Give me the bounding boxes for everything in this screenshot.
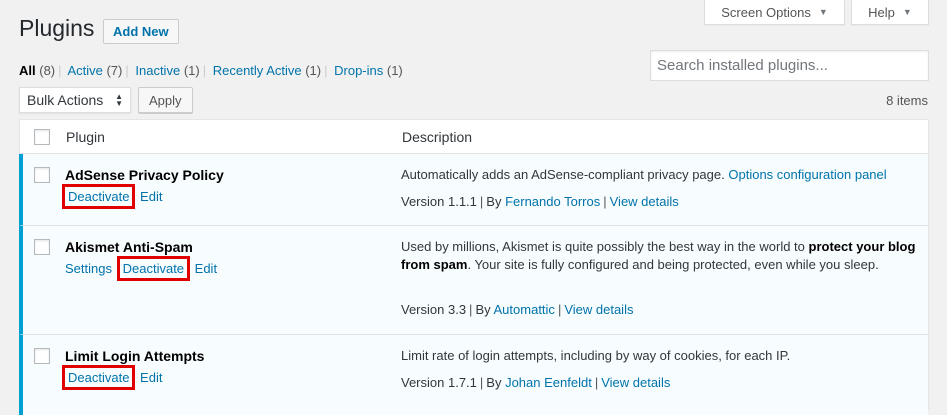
filter-all[interactable]: All (8) <box>19 63 55 78</box>
filter-recently-active[interactable]: Recently Active <box>213 63 302 78</box>
deactivate-link[interactable]: Deactivate <box>116 256 191 281</box>
plugin-description: Used by millions, Akismet is quite possi… <box>401 238 921 274</box>
plugin-meta: Version 1.1.1 | By Fernando Torros | View de… <box>401 194 679 209</box>
filter-dropins-label: Drop-ins <box>334 63 384 78</box>
add-new-button[interactable]: Add New <box>103 19 179 44</box>
select-all-checkbox[interactable] <box>34 129 50 145</box>
table-header: Plugin Description <box>20 120 928 154</box>
plugin-name: Akismet Anti-Spam <box>65 239 193 255</box>
plugin-meta: Version 1.7.1 | By Johan Eenfeldt | View det… <box>401 375 670 390</box>
filter-active[interactable]: Active <box>67 63 102 78</box>
author-link[interactable]: Fernando Torros <box>505 194 600 209</box>
edit-link[interactable]: Edit <box>140 189 162 204</box>
by-label: By <box>486 375 502 390</box>
plugin-version: Version 1.1.1 <box>401 194 477 209</box>
plugin-description: Limit rate of login attempts, including … <box>401 348 791 363</box>
filter-recently-active-label: Recently Active <box>212 63 302 78</box>
row-checkbox[interactable] <box>34 167 50 183</box>
select-arrows-icon: ▲ ▼ <box>115 92 123 108</box>
filter-dropins-count: (1) <box>386 63 403 78</box>
column-header-description: Description <box>402 129 473 145</box>
edit-link[interactable]: Edit <box>140 370 162 385</box>
caret-down-icon: ▼ <box>818 7 828 17</box>
table-row: AdSense Privacy Policy Deactivate Edit A… <box>19 154 928 226</box>
meta-separator: | <box>479 375 484 390</box>
row-actions: Deactivate Edit <box>61 184 166 209</box>
filter-separator: | <box>125 63 129 78</box>
filter-dropins[interactable]: Drop-ins <box>334 63 383 78</box>
row-actions: Deactivate Edit <box>61 365 166 390</box>
filter-all-label: All <box>19 63 36 78</box>
plugin-version: Version 3.3 <box>401 302 467 317</box>
deactivate-link[interactable]: Deactivate <box>61 365 136 390</box>
help-label: Help <box>868 4 895 20</box>
options-configuration-link[interactable]: Options configuration panel <box>728 167 886 182</box>
plugin-version: Version 1.7.1 <box>401 375 477 390</box>
filter-active-count: (7) <box>106 63 123 78</box>
meta-separator: | <box>469 302 473 317</box>
search-plugins-input[interactable] <box>650 50 929 81</box>
view-details-link[interactable]: View details <box>601 375 670 390</box>
filter-separator: | <box>324 63 328 78</box>
plugin-name: Limit Login Attempts <box>65 348 205 364</box>
page-title: Plugins <box>19 15 95 41</box>
meta-separator: | <box>594 375 599 390</box>
plugin-name: AdSense Privacy Policy <box>65 167 224 183</box>
author-link[interactable]: Johan Eenfeldt <box>505 375 592 390</box>
settings-link[interactable]: Settings <box>65 261 112 276</box>
edit-link[interactable]: Edit <box>195 261 217 276</box>
row-checkbox[interactable] <box>34 239 50 255</box>
filter-separator: | <box>202 63 207 78</box>
meta-separator: | <box>557 302 562 317</box>
screen-meta-links: Screen Options ▼ Help ▼ <box>704 0 929 25</box>
author-link[interactable]: Automattic <box>494 302 555 317</box>
plugin-status-filters: All (8) | Active (7) | Inactive (1) | Recen… <box>19 63 403 78</box>
meta-separator: | <box>603 194 607 209</box>
table-row: Akismet Anti-Spam Settings Deactivate Ed… <box>19 226 928 335</box>
apply-button[interactable]: Apply <box>138 87 193 113</box>
filter-inactive[interactable]: Inactive <box>135 63 180 78</box>
bulk-actions-select[interactable]: Bulk Actions ▲ ▼ <box>19 87 131 113</box>
column-header-plugin: Plugin <box>66 129 105 145</box>
screen-options-tab[interactable]: Screen Options ▼ <box>704 0 845 25</box>
view-details-link[interactable]: View details <box>564 302 633 317</box>
filter-inactive-label: Inactive <box>135 63 181 78</box>
items-count: 8 items <box>886 93 928 108</box>
description-text: Automatically adds an AdSense-compliant … <box>401 167 725 182</box>
bulk-actions-label: Bulk Actions <box>27 92 104 108</box>
screen-options-label: Screen Options <box>721 4 811 20</box>
deactivate-link[interactable]: Deactivate <box>61 184 136 209</box>
description-text-end: . Your site is fully configured and bein… <box>467 257 879 272</box>
caret-down-icon: ▼ <box>902 7 912 17</box>
description-text: Used by millions, Akismet is quite possi… <box>401 239 805 254</box>
plugins-table: Plugin Description AdSense Privacy Polic… <box>19 119 929 415</box>
row-actions: Settings Deactivate Edit <box>65 256 221 281</box>
filter-recently-active-count: (1) <box>305 63 322 78</box>
view-details-link[interactable]: View details <box>610 194 679 209</box>
meta-separator: | <box>479 194 484 209</box>
by-label: By <box>475 302 491 317</box>
plugin-meta: Version 3.3 | By Automattic | View details <box>401 302 633 317</box>
plugin-description: Automatically adds an AdSense-compliant … <box>401 166 921 184</box>
filter-separator: | <box>58 63 62 78</box>
by-label: By <box>486 194 502 209</box>
filter-all-count: (8) <box>39 63 56 78</box>
filter-inactive-count: (1) <box>183 63 200 78</box>
row-checkbox[interactable] <box>34 348 50 364</box>
filter-active-label: Active <box>67 63 103 78</box>
help-tab[interactable]: Help ▼ <box>851 0 929 25</box>
table-row: Limit Login Attempts Deactivate Edit Lim… <box>19 335 928 415</box>
